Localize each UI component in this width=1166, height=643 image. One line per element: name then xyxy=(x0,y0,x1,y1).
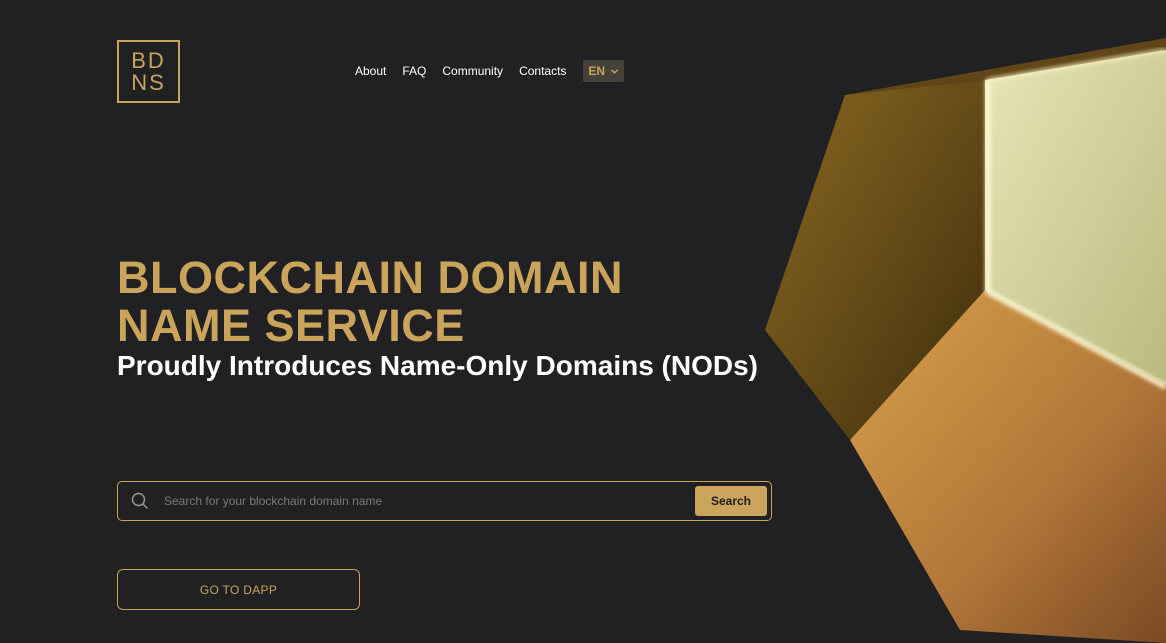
domain-search-input[interactable] xyxy=(164,494,695,508)
landing-page: BD NS About FAQ Community Contacts EN BL… xyxy=(0,0,1166,643)
search-icon xyxy=(131,492,148,509)
bdns-logo[interactable]: BD NS xyxy=(117,40,180,103)
logo-line-2: NS xyxy=(131,69,166,95)
search-button[interactable]: Search xyxy=(695,486,767,516)
go-to-dapp-button[interactable]: GO TO DAPP xyxy=(117,569,360,610)
nav-community-link[interactable]: Community xyxy=(442,64,503,78)
language-selector[interactable]: EN xyxy=(583,60,625,82)
hero-title-line-2: NAME SERVICE xyxy=(117,300,465,351)
nav-contacts-link[interactable]: Contacts xyxy=(519,64,566,78)
hero-title-line-1: BLOCKCHAIN DOMAIN xyxy=(117,252,623,303)
domain-search-bar: Search xyxy=(117,481,772,521)
hero-title: BLOCKCHAIN DOMAIN NAME SERVICE xyxy=(117,254,737,350)
chevron-down-icon xyxy=(610,68,619,74)
nav-faq-link[interactable]: FAQ xyxy=(402,64,426,78)
language-label: EN xyxy=(588,64,606,78)
main-nav: About FAQ Community Contacts EN xyxy=(355,60,625,82)
nav-about-link[interactable]: About xyxy=(355,64,386,78)
hero-subtitle: Proudly Introduces Name-Only Domains (NO… xyxy=(117,350,758,381)
logo-line-1: BD xyxy=(131,47,166,73)
